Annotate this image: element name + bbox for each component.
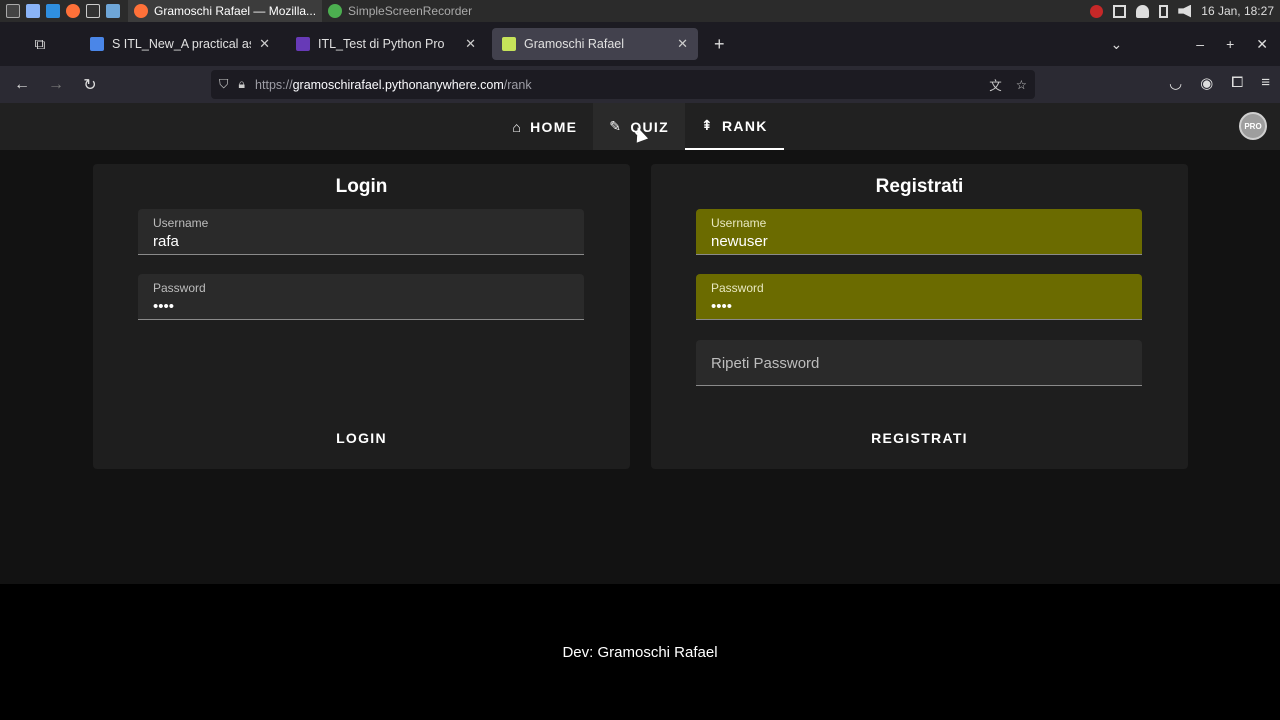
login-title: Login <box>335 176 388 197</box>
reload-icon[interactable]: ↻ <box>73 75 107 95</box>
footer: Dev: Gramoschi Rafael <box>0 584 1280 720</box>
taskbar-task-firefox[interactable]: Gramoschi Rafael — Mozilla... <box>128 0 323 22</box>
close-icon[interactable]: ✕ <box>669 36 688 52</box>
back-icon[interactable]: ← <box>5 76 39 94</box>
record-indicator-icon[interactable] <box>1090 4 1104 18</box>
taskbar-task-label: Gramoschi Rafael — Mozilla... <box>154 4 317 18</box>
volume-icon[interactable] <box>1178 4 1192 18</box>
url-scheme: https:// <box>255 77 293 92</box>
network-icon[interactable] <box>1113 4 1127 18</box>
login-password-field[interactable]: Password •••• <box>138 274 584 320</box>
footer-credit: Dev: Gramoschi Rafael <box>562 644 718 661</box>
firefox-icon <box>134 4 148 18</box>
nav-rank-label: RANK <box>722 117 768 134</box>
tab-title: ITL_Test di Python Pro <box>318 37 445 51</box>
register-card: Registrati Username newuser Password •••… <box>651 164 1188 469</box>
login-username-field[interactable]: Username rafa <box>138 209 584 255</box>
translate-icon[interactable]: 文 <box>989 75 1002 94</box>
url-bar[interactable]: ⛉ 🔒︎ https://gramoschirafael.pythonanywh… <box>211 70 1035 99</box>
vscode-icon[interactable] <box>46 4 60 18</box>
close-icon[interactable]: ✕ <box>457 36 476 52</box>
battery-icon[interactable] <box>1159 4 1169 18</box>
repeat-password-field[interactable]: Ripeti Password <box>696 340 1142 386</box>
close-icon[interactable]: ✕ <box>251 36 270 52</box>
field-value: •••• <box>711 298 733 315</box>
monitor-icon[interactable] <box>106 4 120 18</box>
minimize-icon[interactable]: – <box>1196 36 1204 53</box>
register-username-field[interactable]: Username newuser <box>696 209 1142 255</box>
rank-icon: ⇞ <box>700 117 715 133</box>
menu-icon[interactable]: ≡ <box>1261 74 1270 92</box>
register-password-field[interactable]: Password •••• <box>696 274 1142 320</box>
url-host: gramoschirafael.pythonanywhere.com <box>292 77 504 92</box>
tab-assignment[interactable]: S ITL_New_A practical assignr ✕ <box>80 28 280 60</box>
folder-icon[interactable] <box>26 4 40 18</box>
os-taskbar: Gramoschi Rafael — Mozilla... SimpleScre… <box>0 0 1280 22</box>
nav-home-label: HOME <box>530 118 578 135</box>
field-value: newuser <box>711 233 768 250</box>
chevron-down-icon[interactable]: ⌄ <box>1111 36 1123 53</box>
tab-title: Gramoschi Rafael <box>524 37 625 51</box>
bookmark-star-icon[interactable]: ☆ <box>1016 77 1027 92</box>
field-label: Password <box>153 281 206 295</box>
login-card: Login Username rafa Password •••• LOGIN <box>93 164 630 469</box>
pencil-icon: ✎ <box>609 118 623 134</box>
home-icon: ⌂ <box>512 118 523 135</box>
new-tab-icon[interactable]: + <box>704 34 735 55</box>
recorder-icon <box>328 4 343 18</box>
docs-icon <box>90 37 104 51</box>
taskbar-task-label: SimpleScreenRecorder <box>348 4 473 18</box>
terminal-icon[interactable] <box>6 4 20 18</box>
tab-overview-icon[interactable]: ⧉ <box>0 36 80 53</box>
field-label: Username <box>711 216 767 230</box>
k-icon <box>502 37 516 51</box>
forward-icon[interactable]: → <box>39 76 73 94</box>
register-button[interactable]: REGISTRATI <box>651 430 1188 446</box>
field-value: •••• <box>153 298 175 315</box>
forms-icon <box>296 37 310 51</box>
tab-gramoschi[interactable]: Gramoschi Rafael ✕ <box>492 28 698 60</box>
browser-tab-strip: ⧉ S ITL_New_A practical assignr ✕ ITL_Te… <box>0 22 1280 66</box>
field-label: Password <box>711 281 764 295</box>
tab-title: S ITL_New_A practical assignr <box>112 37 251 51</box>
login-button[interactable]: LOGIN <box>93 430 630 446</box>
nav-rank[interactable]: ⇞ RANK <box>684 103 784 150</box>
clock[interactable]: 16 Jan, 18:27 <box>1201 4 1274 18</box>
notification-bell-icon[interactable] <box>1136 4 1150 18</box>
shield-icon[interactable]: ⛉ <box>219 77 228 92</box>
tab-python-test[interactable]: ITL_Test di Python Pro ✕ <box>286 28 486 60</box>
register-title: Registrati <box>875 176 964 197</box>
account-icon[interactable]: ◉ <box>1200 74 1213 92</box>
console-icon[interactable] <box>86 4 100 18</box>
close-window-icon[interactable]: ✕ <box>1256 36 1268 53</box>
pocket-icon[interactable]: ◡ <box>1169 74 1182 92</box>
field-value: rafa <box>153 233 179 250</box>
avatar[interactable]: PRO <box>1239 112 1267 140</box>
url-path: /rank <box>503 77 532 92</box>
web-app: ⌂ HOME ✎ QUIZ ⇞ RANK PRO Login Username … <box>0 103 1280 720</box>
firefox-icon[interactable] <box>66 4 80 18</box>
taskbar-task-recorder[interactable]: SimpleScreenRecorder <box>322 0 478 22</box>
maximize-icon[interactable]: + <box>1226 36 1234 53</box>
lock-icon[interactable]: 🔒︎ <box>238 77 245 92</box>
extensions-icon[interactable]: ⧠ <box>1231 74 1243 92</box>
field-placeholder: Ripeti Password <box>711 355 820 372</box>
nav-home[interactable]: ⌂ HOME <box>496 103 593 150</box>
field-label: Username <box>153 216 209 230</box>
browser-nav-bar: ← → ↻ ⛉ 🔒︎ https://gramoschirafael.pytho… <box>0 66 1280 103</box>
